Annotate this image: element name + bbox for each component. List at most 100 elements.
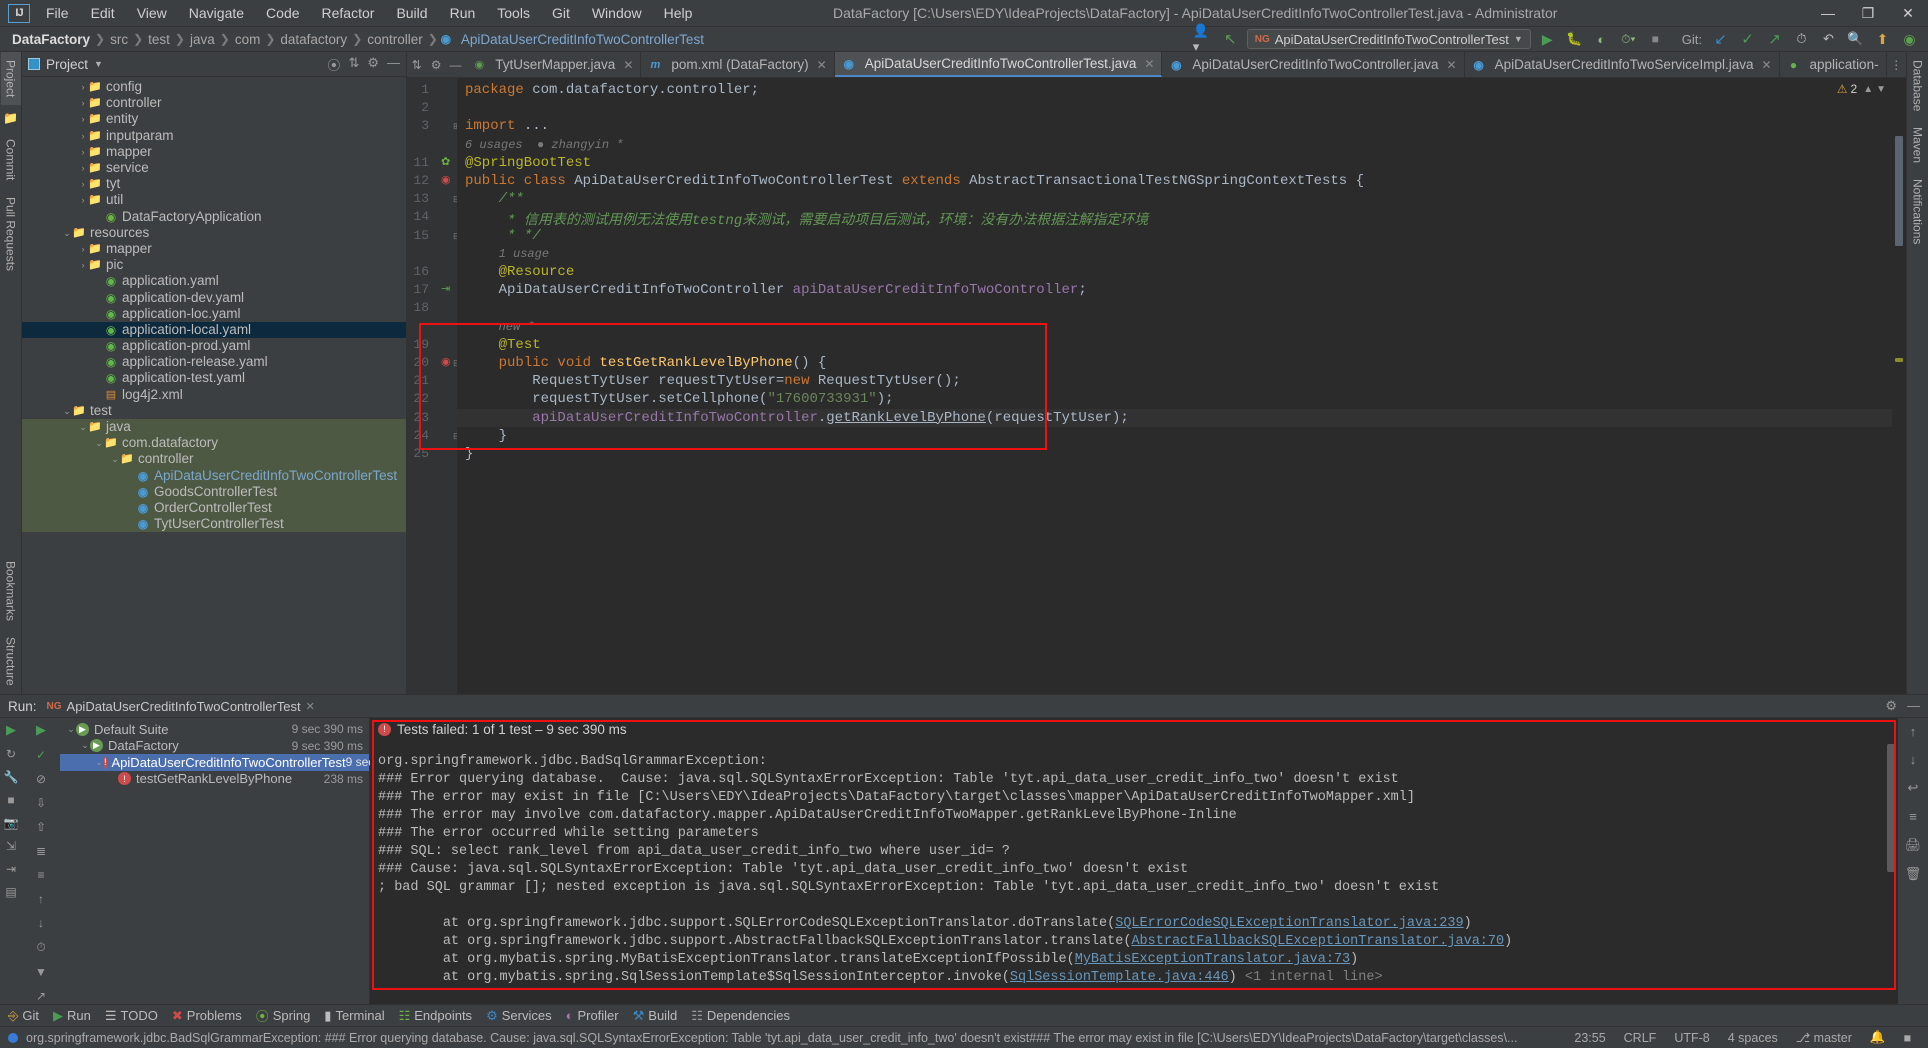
camera-icon[interactable]: 📷 [4,816,19,830]
git-branch[interactable]: ⎇ master [1787,1030,1861,1045]
tree-node-log4j2-xml[interactable]: ›▤ log4j2.xml [22,387,406,403]
chevron-right-icon[interactable]: › [126,468,136,484]
gutter-run-icon[interactable]: ◉ [441,355,451,368]
close-tab-icon[interactable]: ✕ [1144,57,1154,71]
menu-run[interactable]: Run [440,2,486,24]
tree-node-java[interactable]: ⌄ 📁 java [22,418,406,436]
tree-node-mapper[interactable]: › 📁 mapper [22,241,406,257]
editor-tab-application-yaml[interactable]: ● application- [1780,52,1887,77]
table-icon[interactable]: ▤ [5,885,16,899]
chevron-down-icon[interactable]: ⌄ [66,724,76,735]
bottom-tab-run[interactable]: ▶ Run [53,1008,91,1024]
chevron-right-icon[interactable]: › [78,128,88,144]
chevron-down-icon[interactable]: ⌄ [62,403,72,419]
tree-node-tyt[interactable]: › 📁 tyt [22,176,406,192]
code-line[interactable]: requestTytUser.setCellphone("17600733931… [465,391,893,407]
chevron-down-icon[interactable]: ⌄ [62,225,72,241]
tree-node-service[interactable]: › 📁 service [22,160,406,176]
breadcrumb-src[interactable]: src [106,32,132,47]
test-tree-node[interactable]: ⌄ ▶ Default Suite 9 sec 390 ms [60,721,369,738]
code-line[interactable]: /** [465,191,524,207]
console-line[interactable]: at org.mybatis.spring.MyBatisExceptionTr… [378,952,1358,967]
sort-alpha-icon[interactable]: ⇩ [36,796,46,810]
gutter-run-icon[interactable]: ✿ [441,155,450,168]
code-line[interactable]: apiDataUserCreditInfoTwoController.getRa… [465,410,1129,426]
chevron-right-icon[interactable]: › [126,484,136,500]
menu-window[interactable]: Window [582,2,652,24]
use-soft-wraps-icon[interactable]: ≡ [1909,809,1917,824]
code-line[interactable]: } [465,446,473,462]
bottom-tab-endpoints[interactable]: ☷ Endpoints [399,1008,472,1024]
show-passed-icon[interactable]: ✓ [36,748,46,762]
bottom-tab-profiler[interactable]: ◐ Profiler [566,1008,619,1023]
close-tab-icon[interactable]: ✕ [1761,58,1771,72]
console-line[interactable]: org.springframework.jdbc.BadSqlGrammarEx… [378,754,767,769]
close-tab-icon[interactable]: ✕ [1447,58,1457,72]
menu-tools[interactable]: Tools [487,2,540,24]
console-line[interactable]: ### The error occurred while setting par… [378,826,759,841]
bottom-tab-problems[interactable]: ✖ Problems [172,1008,242,1024]
user-icon[interactable]: 👤▾ [1193,23,1214,54]
warning-marker[interactable] [1895,358,1903,362]
expand-all-icon[interactable]: ≣ [36,844,46,858]
filter-icon[interactable]: ▼ [35,965,47,979]
file-encoding[interactable]: UTF-8 [1665,1031,1718,1045]
run-configuration-selector[interactable]: NG ApiDataUserCreditInfoTwoControllerTes… [1246,29,1531,49]
chevron-right-icon[interactable]: › [94,322,104,338]
tree-node-inputparam[interactable]: › 📁 inputparam [22,128,406,144]
stop-button[interactable]: ■ [1645,29,1666,49]
menu-code[interactable]: Code [256,2,309,24]
tree-node-com-datafactory[interactable]: ⌄ 📁 com.datafactory [22,435,406,452]
hide-toolwindow-icon[interactable]: — [1907,698,1920,714]
editor-tab-tytusermapper[interactable]: ◉ TytUserMapper.java ✕ [465,52,642,77]
tree-node-apidatausercreditinfotwocontrollertest[interactable]: ›◉ ApiDataUserCreditInfoTwoControllerTest [22,467,406,484]
settings-gear-icon[interactable]: ⚙ [426,52,445,77]
run-tab[interactable]: NG ApiDataUserCreditInfoTwoControllerTes… [47,699,315,714]
locate-file-icon[interactable]: ⦿ [327,55,340,74]
code-line[interactable]: 1 usage [465,246,549,262]
chevron-right-icon[interactable]: › [126,500,136,516]
chevron-right-icon[interactable]: › [78,79,88,95]
rerun-failed-icon[interactable]: ↻ [6,747,16,761]
menu-edit[interactable]: Edit [81,2,125,24]
breadcrumb-datafactory[interactable]: datafactory [276,32,351,47]
sort-duration-icon[interactable]: ⇧ [36,820,46,834]
chevron-down-icon[interactable]: ⌄ [110,451,120,467]
hide-editor-icon[interactable]: — [446,52,465,77]
notifications-icon[interactable]: 🔔 [1861,1030,1895,1045]
profile-button[interactable]: ⏱▾ [1618,29,1639,49]
editor-tab-apidatausercreditinfotwoserviceimpl[interactable]: ◉ ApiDataUserCreditInfoTwoServiceImpl.ja… [1465,52,1780,77]
editor-tab-pom[interactable]: m pom.xml (DataFactory) ✕ [641,52,835,77]
tree-node-pic[interactable]: › 📁 pic [22,257,406,273]
chevron-right-icon[interactable]: › [94,273,104,289]
breadcrumb-test[interactable]: test [144,32,174,47]
bottom-tab-build[interactable]: ⚒ Build [633,1008,678,1024]
menu-refactor[interactable]: Refactor [312,2,385,24]
console-line[interactable]: ; bad SQL grammar []; nested exception i… [378,880,1439,895]
gutter-run-icon[interactable]: ⇥ [441,282,450,295]
minimize-button[interactable]: — [1808,0,1848,26]
chevron-right-icon[interactable]: › [94,306,104,322]
debug-button[interactable]: 🐛 [1564,29,1585,49]
status-message[interactable]: org.springframework.jdbc.BadSqlGrammarEx… [26,1031,1565,1045]
tree-node-config[interactable]: › 📁 config [22,79,406,95]
toolwindow-tab-notifications[interactable]: Notifications [1908,171,1928,252]
chevron-down-icon[interactable]: ▼ [1876,84,1886,95]
console-line[interactable]: ### SQL: select rank_level from api_data… [378,844,1010,859]
show-ignored-icon[interactable]: ⊘ [36,772,46,786]
code-line[interactable]: ApiDataUserCreditInfoTwoController apiDa… [465,282,1087,298]
chevron-right-icon[interactable]: › [78,144,88,160]
maximize-button[interactable]: ❐ [1848,0,1888,26]
editor-code[interactable]: package com.datafactory.controller; impor… [457,78,1892,694]
rerun-icon[interactable]: ▶ [6,722,16,738]
chevron-up-icon[interactable]: ▲ [1863,84,1873,95]
chevron-right-icon[interactable]: › [94,370,104,386]
chevron-down-icon[interactable]: › [108,774,118,784]
console-line[interactable]: ### Cause: java.sql.SQLSyntaxErrorExcept… [378,862,1188,877]
bottom-tab-todo[interactable]: ☰ TODO [105,1008,158,1024]
console-line[interactable]: ### The error may involve com.datafactor… [378,808,1237,823]
tree-node-controller[interactable]: ⌄ 📁 controller [22,451,406,468]
code-line[interactable]: public void testGetRankLevelByPhone() { [465,355,827,371]
code-line[interactable]: @Resource [465,264,575,280]
close-icon[interactable]: ✕ [306,700,315,713]
